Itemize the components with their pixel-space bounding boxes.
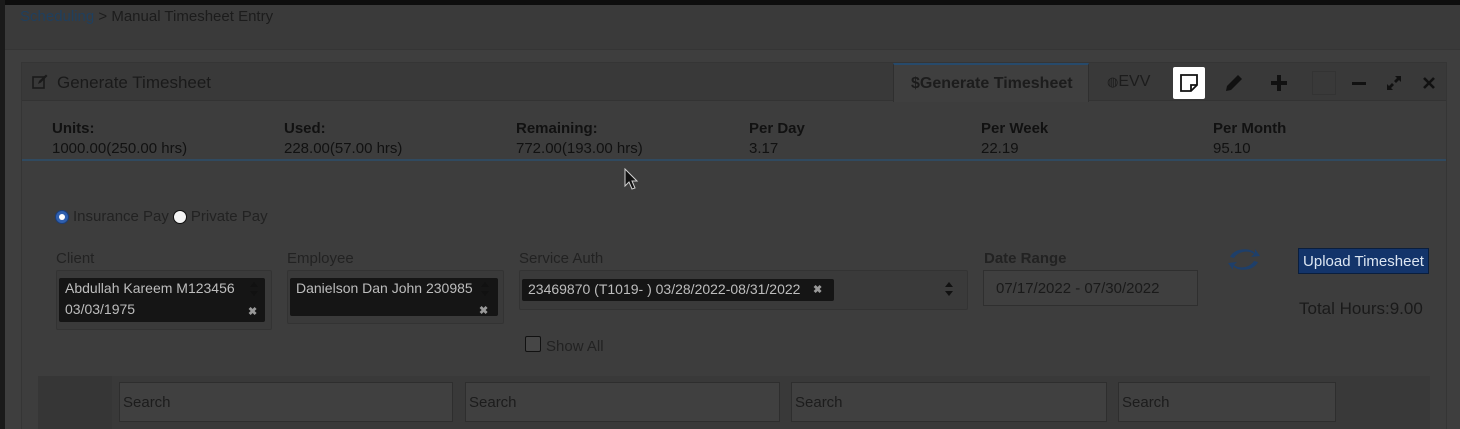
search-placeholder: Search — [123, 393, 171, 411]
sticky-note-button[interactable] — [1173, 67, 1205, 99]
search-input[interactable]: Search — [1118, 382, 1336, 422]
pay-type-group: Insurance Pay Private Pay — [55, 208, 268, 225]
breadcrumb: Scheduling > Manual Timesheet Entry — [20, 8, 273, 25]
stat-value: 95.10 — [1213, 140, 1251, 157]
breadcrumb-current: Manual Timesheet Entry — [111, 8, 274, 25]
date-range-value: 07/17/2022 - 07/30/2022 — [996, 279, 1160, 297]
stat-label: Per Week — [981, 120, 1049, 137]
dashboard-icon: ◍ — [1107, 74, 1119, 89]
expand-icon — [1387, 76, 1401, 90]
stat-value: 772.00(193.00 hrs) — [516, 140, 643, 157]
units-summary: Units: 1000.00(250.00 hrs) Used: 228.00(… — [22, 103, 1446, 161]
show-all-checkbox[interactable] — [525, 336, 541, 352]
service-auth-select[interactable]: 23469870 (T1019- ) 03/28/2022-08/31/2022… — [519, 270, 968, 310]
service-auth-remove-icon[interactable]: ✖ — [813, 283, 822, 296]
stat-label: Used: — [284, 120, 326, 137]
client-remove-icon[interactable]: ✖ — [248, 305, 257, 318]
refresh-icon[interactable] — [1226, 245, 1262, 275]
add-button[interactable] — [1263, 67, 1295, 99]
panel-header: Generate Timesheet $Generate Timesheet ◍… — [22, 63, 1446, 102]
grid-select-column — [38, 376, 112, 429]
client-label: Client — [56, 250, 95, 267]
search-input[interactable]: Search — [791, 382, 1107, 422]
stat-per-week: Per Week 22.19 — [981, 120, 1048, 157]
pencil-icon — [1226, 75, 1242, 91]
minus-icon — [1352, 82, 1366, 85]
tab-generate-timesheet-label: $Generate Timesheet — [911, 75, 1073, 92]
stat-used: Used: 228.00(57.00 hrs) — [284, 120, 402, 157]
blank-box-button[interactable] — [1312, 71, 1336, 95]
stat-value: 22.19 — [981, 140, 1019, 157]
stat-label: Units: — [52, 120, 95, 137]
sticky-note-icon — [1180, 74, 1198, 92]
insurance-pay-label: Insurance Pay — [73, 208, 169, 225]
search-placeholder: Search — [1122, 393, 1170, 411]
stat-per-month: Per Month 95.10 — [1213, 120, 1286, 157]
employee-chip: Danielson Dan John 230985 — [290, 278, 498, 316]
employee-select[interactable]: Danielson Dan John 230985 ✖ — [287, 270, 504, 324]
client-chip-dob: 03/03/1975 — [65, 301, 136, 317]
search-placeholder: Search — [469, 393, 517, 411]
stat-units: Units: 1000.00(250.00 hrs) — [52, 120, 187, 157]
employee-remove-icon[interactable]: ✖ — [479, 304, 488, 317]
close-icon — [1423, 77, 1435, 89]
mouse-cursor-icon — [624, 168, 639, 190]
service-auth-label: Service Auth — [519, 250, 604, 267]
breadcrumb-link-scheduling[interactable]: Scheduling — [20, 8, 94, 25]
private-pay-radio[interactable] — [172, 209, 187, 224]
service-auth-chip: 23469870 (T1019- ) 03/28/2022-08/31/2022 — [522, 279, 834, 301]
stat-value: 3.17 — [749, 140, 779, 157]
insurance-pay-radio[interactable] — [55, 209, 69, 224]
panel-title: Generate Timesheet — [57, 73, 212, 92]
service-auth-select-arrows-icon — [944, 282, 954, 298]
stat-per-day: Per Day 3.17 — [749, 120, 805, 157]
stat-label: Remaining: — [516, 120, 598, 137]
search-input[interactable]: Search — [119, 382, 453, 422]
private-pay-label: Private Pay — [190, 208, 268, 225]
plus-icon — [1271, 75, 1287, 91]
client-chip-name: Abdullah Kareem M123456 — [65, 280, 235, 296]
breadcrumb-bar: Scheduling > Manual Timesheet Entry — [5, 5, 1460, 50]
generate-timesheet-panel: Generate Timesheet $Generate Timesheet ◍… — [21, 62, 1447, 429]
date-range-label: Date Range — [984, 250, 1067, 267]
search-placeholder: Search — [795, 393, 843, 411]
employee-chip-name: Danielson Dan John 230985 — [296, 280, 473, 296]
timesheet-grid-filters: Search Search Search Search — [38, 376, 1430, 429]
edit-icon — [32, 74, 48, 89]
show-all-label: Show All — [546, 338, 604, 355]
date-range-input[interactable]: 07/17/2022 - 07/30/2022 — [983, 270, 1198, 306]
edit-button[interactable] — [1218, 67, 1250, 99]
stat-remaining: Remaining: 772.00(193.00 hrs) — [516, 120, 643, 157]
upload-timesheet-button[interactable]: Upload Timesheet — [1298, 248, 1429, 274]
stat-label: Per Day — [749, 120, 805, 137]
total-hours: Total Hours:9.00 — [1299, 299, 1423, 318]
breadcrumb-separator: > — [94, 8, 112, 25]
stat-value: 1000.00(250.00 hrs) — [52, 140, 188, 157]
close-button[interactable] — [1413, 67, 1445, 99]
tab-generate-timesheet[interactable]: $Generate Timesheet — [893, 63, 1089, 102]
page: Scheduling > Manual Timesheet Entry Gene… — [5, 5, 1460, 429]
client-select-arrows-icon — [249, 282, 259, 298]
employee-label: Employee — [287, 250, 354, 267]
expand-button[interactable] — [1378, 67, 1410, 99]
stat-value: 228.00(57.00 hrs) — [284, 140, 403, 157]
client-select[interactable]: Abdullah Kareem M123456 03/03/1975 ✖ — [56, 270, 272, 330]
stat-label: Per Month — [1213, 120, 1287, 137]
client-chip: Abdullah Kareem M123456 03/03/1975 — [59, 278, 265, 322]
employee-select-arrows-icon — [480, 282, 490, 298]
tab-evv-label: EVV — [1118, 73, 1151, 90]
minimize-button[interactable] — [1343, 67, 1375, 99]
service-auth-chip-text: 23469870 (T1019- ) 03/28/2022-08/31/2022 — [528, 281, 801, 297]
tab-evv[interactable]: ◍EVV — [1107, 73, 1150, 91]
search-input[interactable]: Search — [465, 382, 780, 422]
